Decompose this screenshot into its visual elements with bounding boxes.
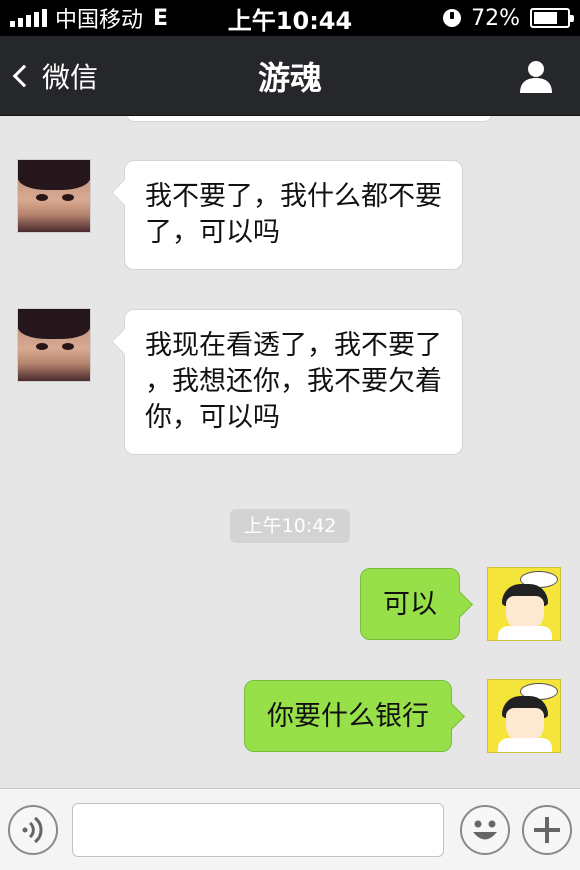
status-bar: 中国移动 E 上午10:44 72% (0, 0, 580, 36)
network-type: E (153, 5, 169, 31)
previous-message-bubble (126, 116, 492, 122)
rotation-lock-icon (443, 9, 462, 27)
signal-icon (10, 9, 47, 27)
sent-message[interactable]: 你要什么银行 (244, 680, 452, 752)
message-timestamp: 上午10:42 (230, 509, 350, 543)
plus-icon (534, 817, 560, 843)
battery-icon (530, 8, 574, 28)
contact-avatar[interactable] (17, 159, 91, 233)
message-input[interactable] (72, 803, 444, 857)
message-line: 你，可以吗 (145, 402, 280, 433)
my-avatar[interactable] (487, 679, 561, 753)
battery-percent: 72% (471, 5, 520, 31)
chat-title: 游魂 (257, 58, 322, 97)
emoji-button[interactable] (460, 805, 510, 855)
my-avatar[interactable] (487, 567, 561, 641)
received-message[interactable]: 我不要了，我什么都不要 了，可以吗 (124, 160, 463, 270)
voice-button[interactable] (8, 805, 58, 855)
chat-area[interactable]: 我不要了，我什么都不要 了，可以吗 我现在看透了，我不要了 ，我想还你，我不要欠… (0, 116, 580, 788)
more-button[interactable] (522, 805, 572, 855)
person-icon[interactable] (518, 58, 554, 94)
input-bar (0, 788, 580, 870)
received-message[interactable]: 我现在看透了，我不要了 ，我想还你，我不要欠着 你，可以吗 (124, 309, 463, 455)
sent-message[interactable]: 可以 (360, 568, 460, 640)
message-line: 了，可以吗 (145, 217, 280, 248)
message-line: 我现在看透了，我不要了 (145, 330, 442, 361)
nav-bar: 微信 游魂 (0, 36, 580, 116)
voice-icon (22, 816, 43, 844)
message-line: 我不要了，我什么都不要 (145, 181, 442, 212)
smiley-icon (473, 820, 497, 840)
carrier-name: 中国移动 (55, 8, 144, 33)
message-line: ，我想还你，我不要欠着 (145, 366, 442, 397)
contact-avatar[interactable] (17, 308, 91, 382)
